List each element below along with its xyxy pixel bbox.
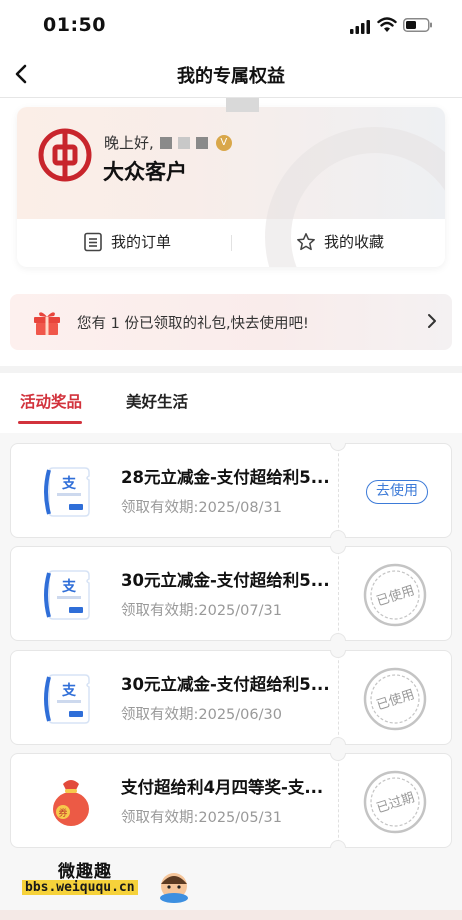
status-bar: 01:50 — [0, 0, 462, 50]
section-separator — [0, 366, 462, 373]
star-icon — [297, 232, 315, 250]
svg-text:券: 券 — [58, 807, 67, 819]
gift-banner[interactable]: 您有 1 份已领取的礼包,快去使用吧! — [10, 294, 452, 350]
gift-banner-text: 您有 1 份已领取的礼包,快去使用吧! — [77, 316, 309, 332]
watermark-url: bbs.weiququ.cn — [22, 880, 138, 895]
alipay-coupon-icon: 支 — [44, 467, 90, 517]
alipay-coupon-icon: 支 — [44, 570, 90, 620]
coupon-notch — [330, 840, 346, 848]
cellular-signal-icon — [350, 20, 370, 34]
coupon-validity: 领取有效期:2025/07/31 — [121, 603, 282, 619]
coupon-card[interactable]: 支 30元立减金-支付超给利5... 领取有效期:2025/06/30 已使用 — [10, 650, 452, 745]
use-coupon-button[interactable]: 去使用 — [366, 480, 428, 504]
my-favorites-button[interactable]: 我的收藏 — [296, 231, 384, 252]
coupon-validity: 领取有效期:2025/05/31 — [121, 810, 282, 826]
bottom-strip — [0, 910, 462, 920]
svg-text:支: 支 — [61, 682, 77, 699]
coupon-divider — [338, 650, 339, 745]
masked-name-block — [159, 136, 172, 149]
nav-bar: 我的专属权益 — [0, 50, 462, 98]
profile-actions: 我的订单 我的收藏 — [17, 219, 445, 267]
bank-logo-icon — [38, 128, 92, 182]
wifi-icon — [377, 17, 397, 32]
coupon-title: 28元立减金-支付超给利5... — [121, 468, 330, 487]
coupon-divider — [338, 546, 339, 641]
coupon-title: 30元立减金-支付超给利5... — [121, 675, 330, 694]
coupon-notch — [330, 753, 346, 761]
coupon-divider — [338, 443, 339, 538]
coupon-notch — [330, 650, 346, 658]
greeting-line: 晚上好, V — [104, 132, 232, 153]
order-list-icon — [84, 232, 102, 251]
actions-divider — [231, 235, 232, 251]
vip-badge-icon: V — [215, 134, 232, 151]
cartoon-face-icon — [160, 873, 188, 903]
card-notch — [226, 98, 259, 112]
greeting-text: 晚上好, — [104, 134, 154, 152]
coupon-notch — [330, 443, 346, 451]
coupon-notch — [330, 546, 346, 554]
masked-name-block — [195, 136, 208, 149]
coupon-notch — [330, 530, 346, 538]
gift-icon — [34, 312, 60, 335]
coupon-validity: 领取有效期:2025/08/31 — [121, 500, 282, 516]
tab-activity-prizes[interactable]: 活动奖品 — [20, 390, 82, 412]
active-tab-indicator — [18, 421, 82, 424]
money-bag-icon: 券 — [53, 780, 89, 826]
watermark-text: 微趣趣 — [58, 862, 112, 882]
status-time: 01:50 — [43, 14, 106, 36]
coupon-card[interactable]: 支 30元立减金-支付超给利5... 领取有效期:2025/07/31 已使用 — [10, 546, 452, 641]
my-orders-button[interactable]: 我的订单 — [83, 231, 171, 252]
coupon-divider — [338, 753, 339, 848]
coupon-card[interactable]: 券 支付超给利4月四等奖-支... 领取有效期:2025/05/31 已过期 — [10, 753, 452, 848]
svg-text:支: 支 — [61, 475, 77, 492]
coupon-card[interactable]: 支 28元立减金-支付超给利5... 领取有效期:2025/08/31 去使用 — [10, 443, 452, 538]
my-orders-label: 我的订单 — [111, 233, 172, 251]
chevron-right-icon — [428, 314, 436, 328]
svg-text:支: 支 — [61, 578, 77, 595]
coupon-title: 支付超给利4月四等奖-支... — [121, 778, 324, 797]
customer-level: 大众客户 — [103, 159, 187, 184]
alipay-coupon-icon: 支 — [44, 674, 90, 724]
my-favorites-label: 我的收藏 — [324, 233, 385, 251]
coupon-title: 30元立减金-支付超给利5... — [121, 571, 330, 590]
coupon-notch — [330, 633, 346, 641]
tab-bar: 活动奖品 美好生活 — [0, 373, 462, 433]
coupon-validity: 领取有效期:2025/06/30 — [121, 707, 282, 723]
coupon-notch — [330, 737, 346, 745]
battery-icon — [403, 18, 432, 32]
tab-good-life[interactable]: 美好生活 — [126, 390, 188, 412]
page-title: 我的专属权益 — [177, 66, 285, 87]
masked-name-block — [177, 136, 190, 149]
